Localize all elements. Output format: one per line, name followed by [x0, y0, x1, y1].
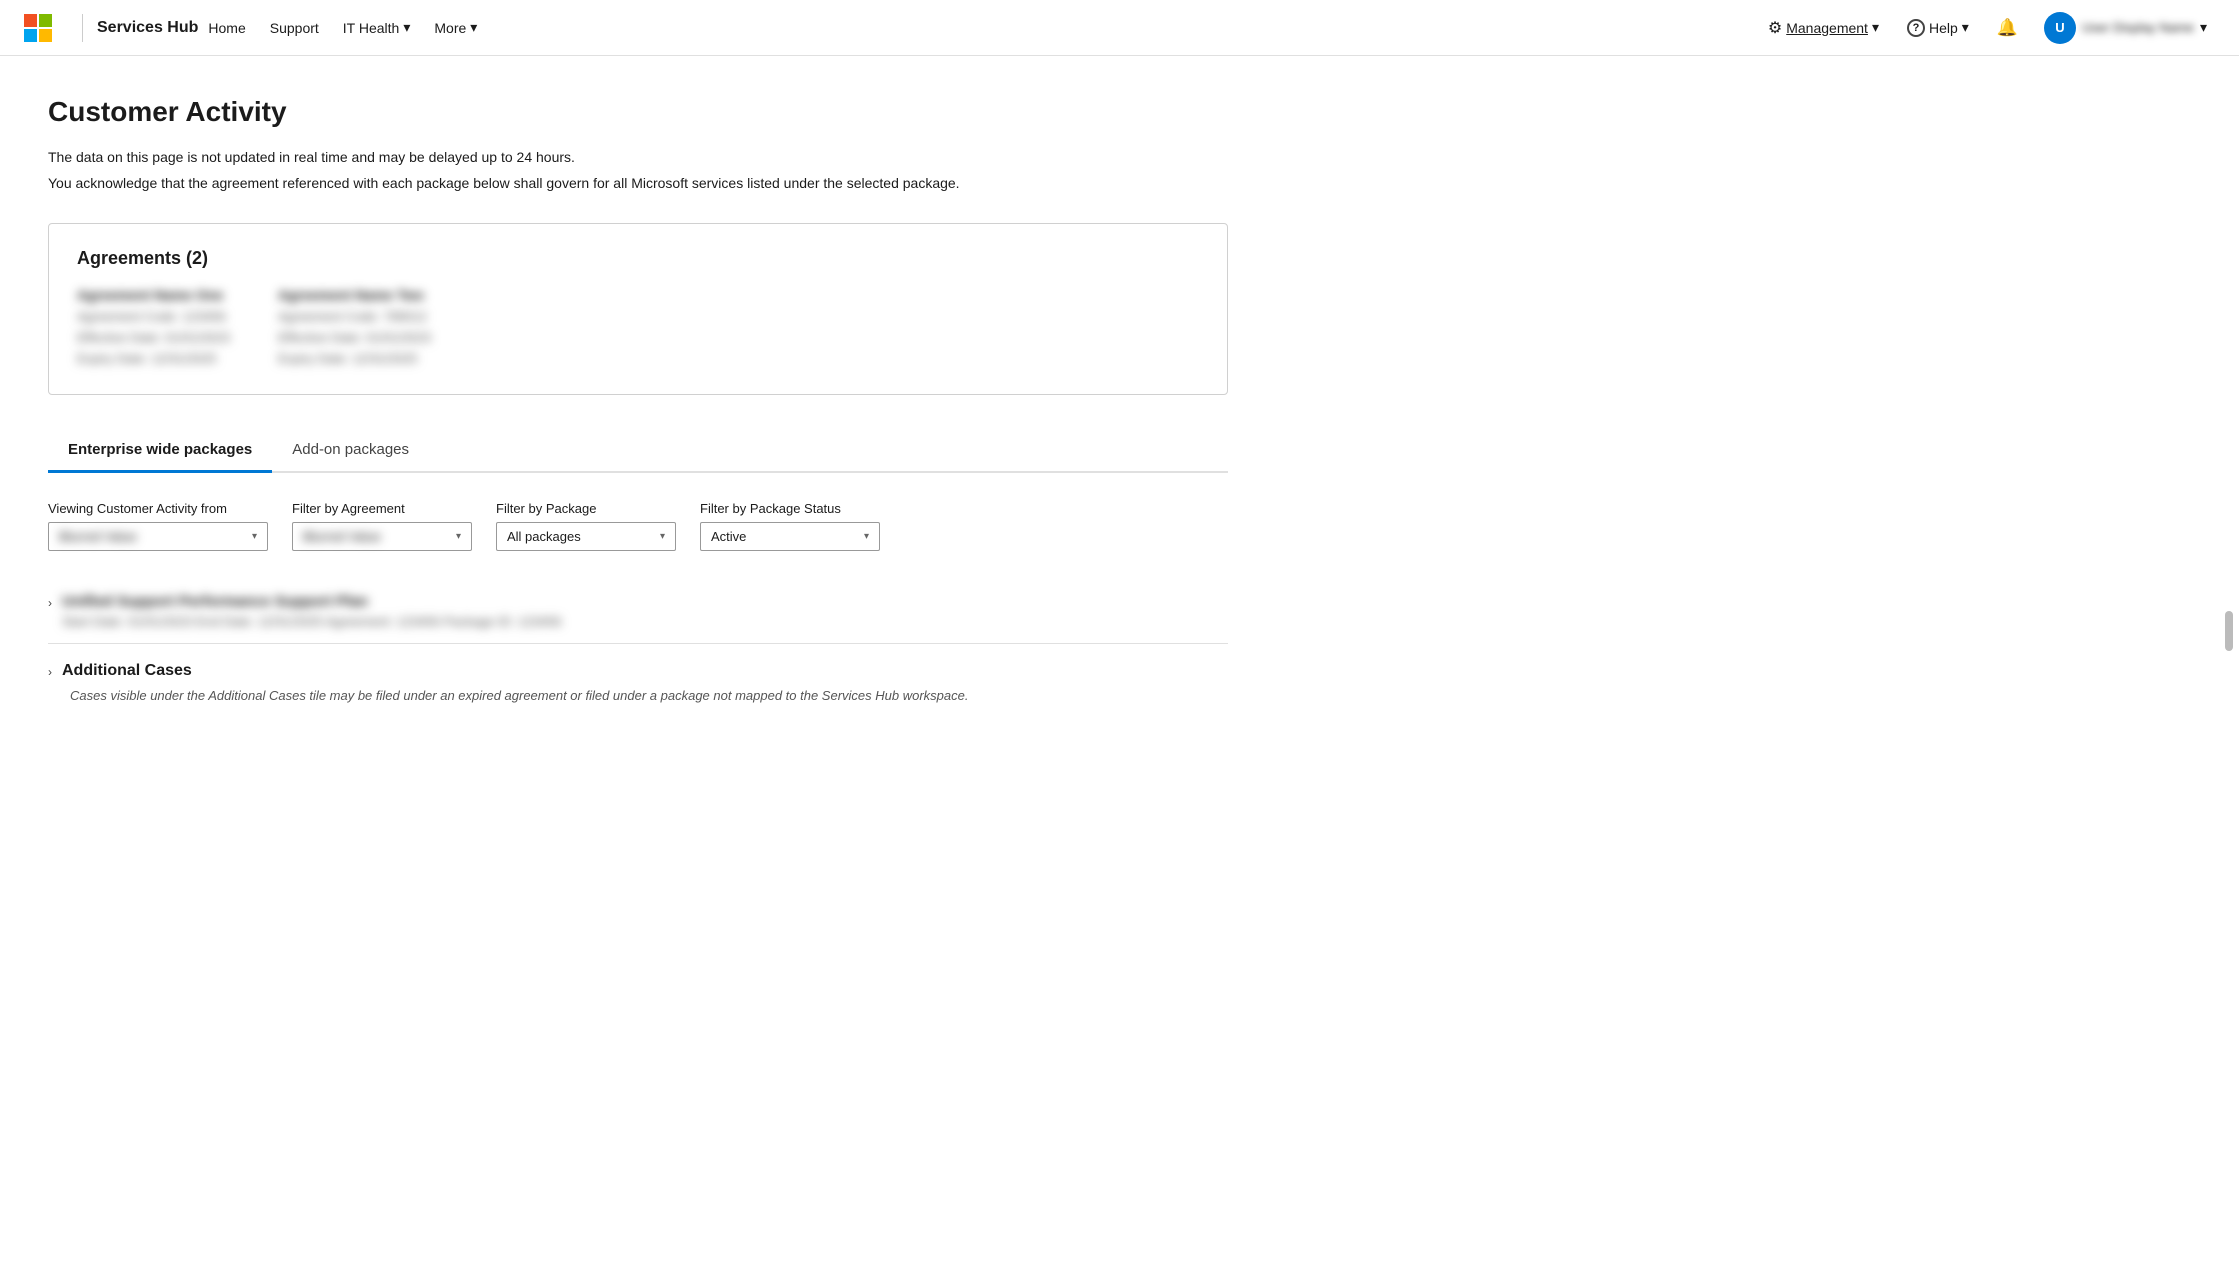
- gear-icon: ⚙: [1768, 18, 1782, 38]
- agreement-chevron-icon: ▾: [456, 531, 461, 542]
- agreement-select[interactable]: Blurred Value ▾: [292, 522, 472, 551]
- agreement-detail-1c: Expiry Date: 12/31/2025: [77, 351, 230, 366]
- microsoft-logo-icon: [24, 14, 52, 42]
- user-menu[interactable]: U User Display Name ▾: [2036, 8, 2215, 48]
- filter-group-viewing: Viewing Customer Activity from Blurred V…: [48, 501, 268, 551]
- management-button[interactable]: ⚙ Management ▾: [1758, 12, 1889, 44]
- status-filter-label: Filter by Package Status: [700, 501, 880, 516]
- agreement-detail-2c: Expiry Date: 12/31/2025: [278, 351, 431, 366]
- package-name: Unified Support Performance Support Plan: [62, 593, 561, 610]
- status-value: Active: [711, 529, 852, 544]
- agreements-card: Agreements (2) Agreement Name One Agreem…: [48, 223, 1228, 395]
- status-chevron-icon: ▾: [864, 531, 869, 542]
- nav-brand[interactable]: Services Hub: [97, 19, 198, 37]
- page-desc-1: The data on this page is not updated in …: [48, 146, 1352, 168]
- nav-link-more[interactable]: More ▾: [424, 13, 487, 42]
- agreement-item-2[interactable]: Agreement Name Two Agreement Code: 78901…: [278, 287, 431, 366]
- nav-link-it-health[interactable]: IT Health ▾: [333, 13, 421, 42]
- more-chevron-icon: ▾: [470, 19, 477, 36]
- nav-right: ⚙ Management ▾ ? Help ▾ 🔔 U User Display…: [1758, 8, 2215, 48]
- page-title: Customer Activity: [48, 96, 1352, 128]
- nav-link-support[interactable]: Support: [260, 14, 329, 42]
- help-label: Help: [1929, 20, 1958, 36]
- more-label: More: [434, 20, 466, 36]
- management-label: Management: [1786, 20, 1868, 36]
- filter-group-agreement: Filter by Agreement Blurred Value ▾: [292, 501, 472, 551]
- help-button[interactable]: ? Help ▾: [1897, 13, 1979, 43]
- nav-logo[interactable]: [24, 14, 52, 42]
- agreement-name-1: Agreement Name One: [77, 287, 230, 303]
- viewing-value: Blurred Value: [59, 529, 240, 544]
- agreement-value: Blurred Value: [303, 529, 444, 544]
- package-header-1[interactable]: › Unified Support Performance Support Pl…: [48, 593, 1228, 629]
- nav-divider: [82, 14, 83, 42]
- user-chevron-icon: ▾: [2200, 19, 2207, 36]
- package-chevron-icon: ▾: [660, 531, 665, 542]
- notification-bell-icon: 🔔: [1997, 18, 2018, 38]
- status-select[interactable]: Active ▾: [700, 522, 880, 551]
- package-expand-icon: ›: [48, 596, 52, 610]
- package-filter-label: Filter by Package: [496, 501, 676, 516]
- package-value: All packages: [507, 529, 648, 544]
- filters-row: Viewing Customer Activity from Blurred V…: [48, 501, 1228, 551]
- viewing-label: Viewing Customer Activity from: [48, 501, 268, 516]
- page-desc-2: You acknowledge that the agreement refer…: [48, 172, 1352, 194]
- user-name: User Display Name: [2082, 20, 2194, 35]
- agreement-name-2: Agreement Name Two: [278, 287, 431, 303]
- agreement-detail-1b: Effective Date: 01/01/2023: [77, 330, 230, 345]
- additional-cases-title: Additional Cases: [62, 662, 192, 680]
- navigation-bar: Services Hub Home Support IT Health ▾ Mo…: [0, 0, 2239, 56]
- additional-cases-desc: Cases visible under the Additional Cases…: [48, 688, 1228, 703]
- scrollbar[interactable]: [2225, 611, 2233, 651]
- additional-cases-expand-icon: ›: [48, 665, 52, 679]
- package-header-content: Unified Support Performance Support Plan…: [62, 593, 561, 629]
- agreement-detail-2a: Agreement Code: 789012: [278, 309, 431, 324]
- tab-enterprise-wide[interactable]: Enterprise wide packages: [48, 431, 272, 473]
- filter-group-package: Filter by Package All packages ▾: [496, 501, 676, 551]
- it-health-label: IT Health: [343, 20, 400, 36]
- avatar: U: [2044, 12, 2076, 44]
- viewing-select[interactable]: Blurred Value ▾: [48, 522, 268, 551]
- nav-links: Home Support IT Health ▾ More ▾: [198, 13, 1758, 42]
- agreements-title: Agreements (2): [77, 248, 1199, 269]
- notification-button[interactable]: 🔔: [1987, 12, 2028, 44]
- it-health-chevron-icon: ▾: [403, 19, 410, 36]
- package-row-1: › Unified Support Performance Support Pl…: [48, 579, 1228, 644]
- tabs-container: Enterprise wide packages Add-on packages: [48, 431, 1228, 473]
- package-select[interactable]: All packages ▾: [496, 522, 676, 551]
- agreement-detail-1a: Agreement Code: 123456: [77, 309, 230, 324]
- tab-addon-packages[interactable]: Add-on packages: [272, 431, 429, 473]
- additional-cases-header[interactable]: › Additional Cases: [48, 662, 1228, 680]
- additional-cases-section: › Additional Cases Cases visible under t…: [48, 644, 1228, 713]
- main-content: Customer Activity The data on this page …: [0, 56, 1400, 773]
- package-meta: Start Date: 01/01/2023 End Date: 12/31/2…: [62, 614, 561, 629]
- filter-group-status: Filter by Package Status Active ▾: [700, 501, 880, 551]
- agreement-item-1[interactable]: Agreement Name One Agreement Code: 12345…: [77, 287, 230, 366]
- agreement-detail-2b: Effective Date: 01/01/2023: [278, 330, 431, 345]
- help-chevron-icon: ▾: [1962, 19, 1969, 36]
- management-chevron-icon: ▾: [1872, 19, 1879, 36]
- packages-section: › Unified Support Performance Support Pl…: [48, 579, 1228, 713]
- agreement-filter-label: Filter by Agreement: [292, 501, 472, 516]
- agreements-grid: Agreement Name One Agreement Code: 12345…: [77, 287, 1199, 366]
- nav-link-home[interactable]: Home: [198, 14, 255, 42]
- viewing-chevron-icon: ▾: [252, 531, 257, 542]
- help-circle-icon: ?: [1907, 19, 1925, 37]
